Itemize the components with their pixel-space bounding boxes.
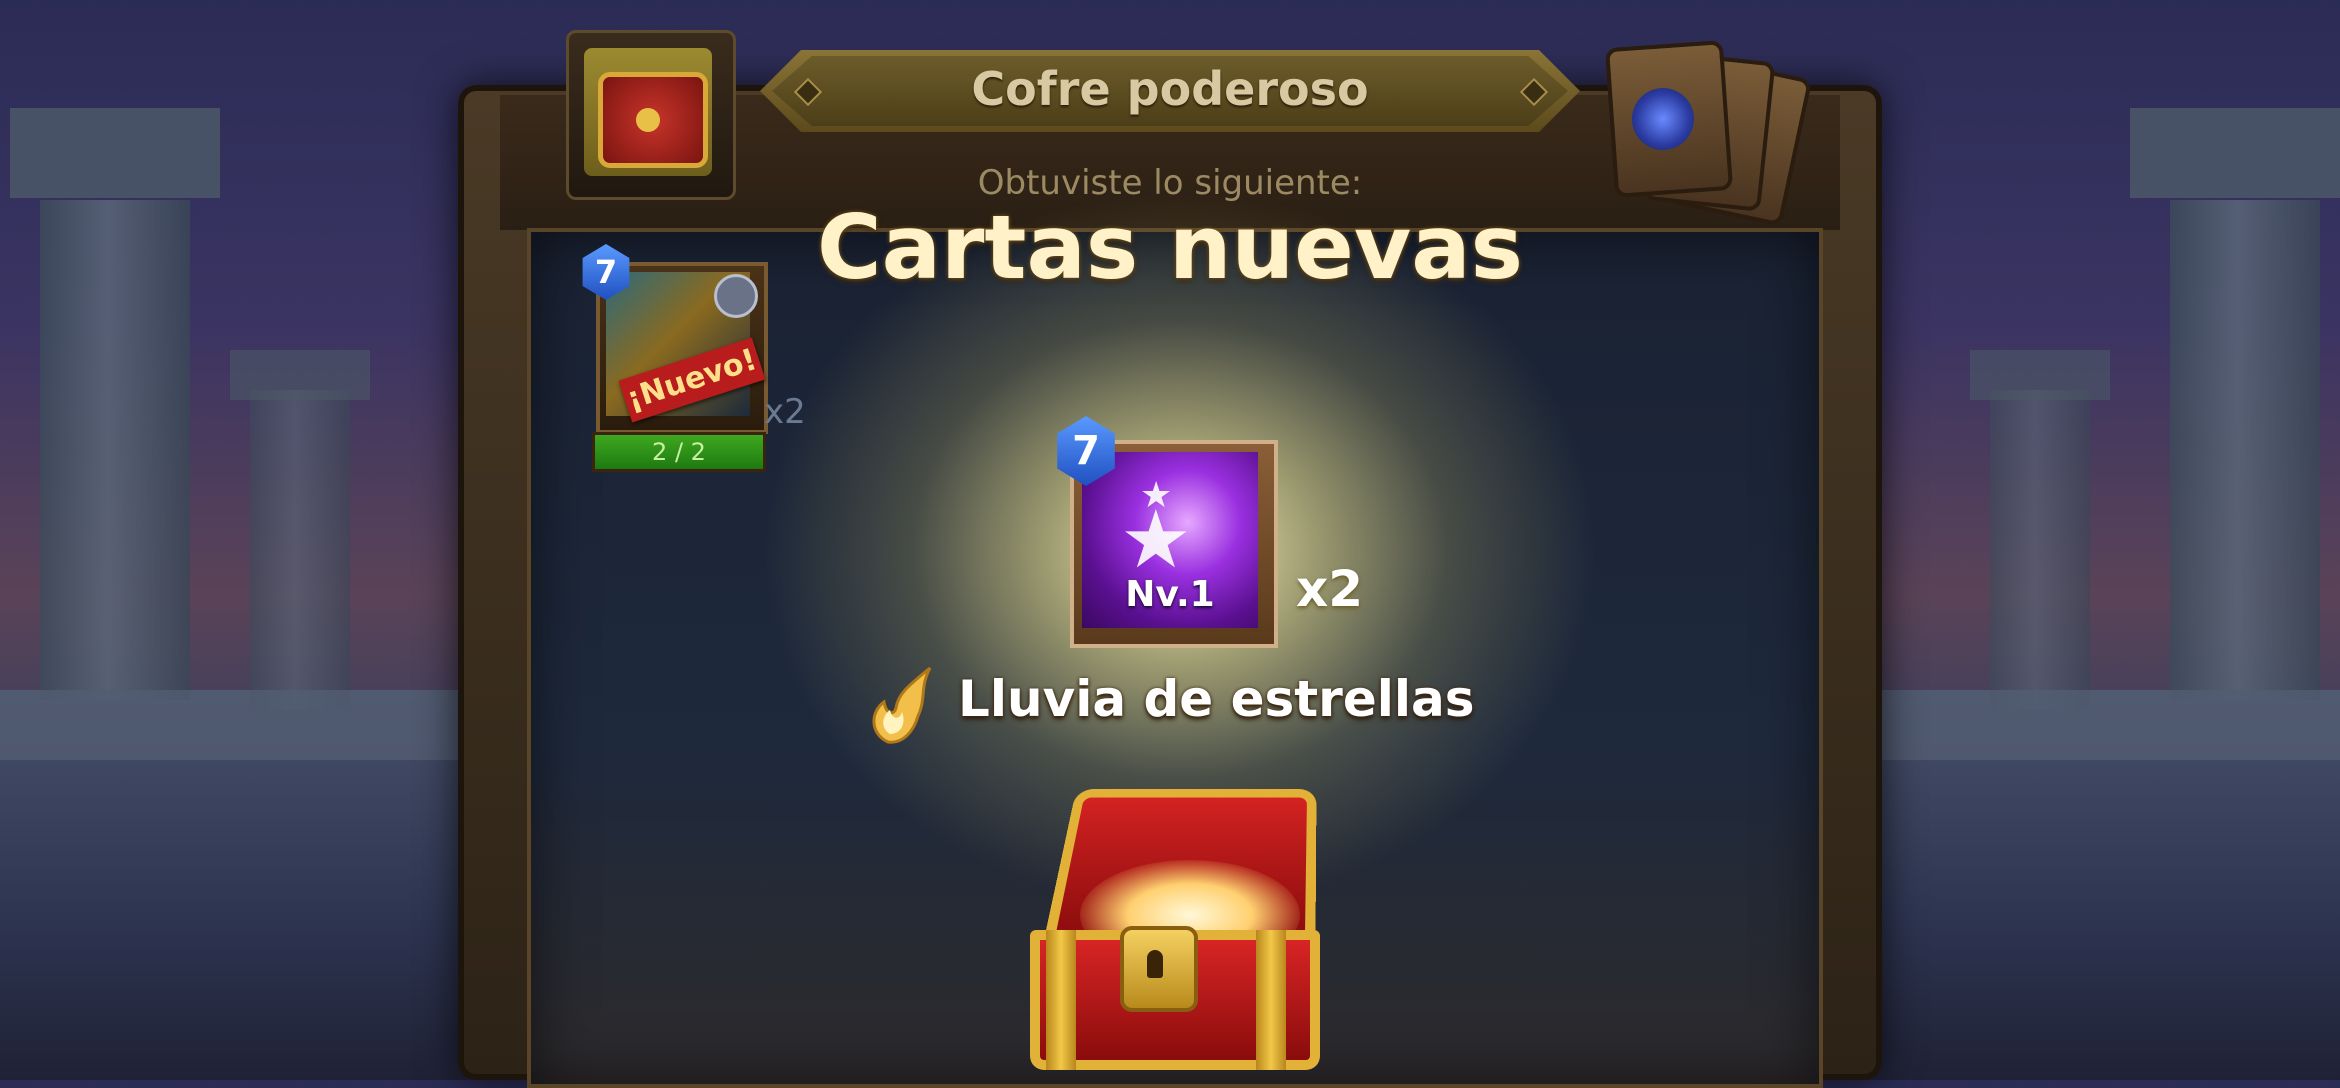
gem-icon (1632, 88, 1694, 150)
star-icon (714, 274, 758, 318)
dialog-title: Cofre poderoso (971, 62, 1369, 116)
background-pillar (40, 200, 190, 700)
featured-card-quantity: x2 (1296, 560, 1364, 618)
star-icon: ★ (1140, 475, 1173, 516)
keyhole (1147, 950, 1163, 978)
reward-heading: Cartas nuevas (817, 196, 1523, 299)
background-pillar (1990, 390, 2090, 710)
received-card-quantity: x2 (764, 392, 806, 432)
card-level-label: Nv.1 (1125, 574, 1215, 615)
background-pillar (250, 390, 350, 710)
card-progress-bar: 2 / 2 (592, 432, 766, 472)
chest-band (1256, 930, 1286, 1070)
background-pillar-cap (230, 350, 370, 400)
background-pillar-cap (2130, 108, 2340, 198)
chest-icon-lock (636, 108, 660, 132)
fire-icon (872, 666, 932, 744)
background-ledge (0, 690, 460, 760)
background-pillar-cap (10, 108, 220, 198)
background-pillar-cap (1970, 350, 2110, 400)
background-ledge (1880, 690, 2340, 760)
card-progress-text: 2 / 2 (652, 438, 706, 466)
background-pillar (2170, 200, 2320, 700)
skill-name: Lluvia de estrellas (958, 670, 1475, 728)
chest-band (1046, 930, 1076, 1070)
